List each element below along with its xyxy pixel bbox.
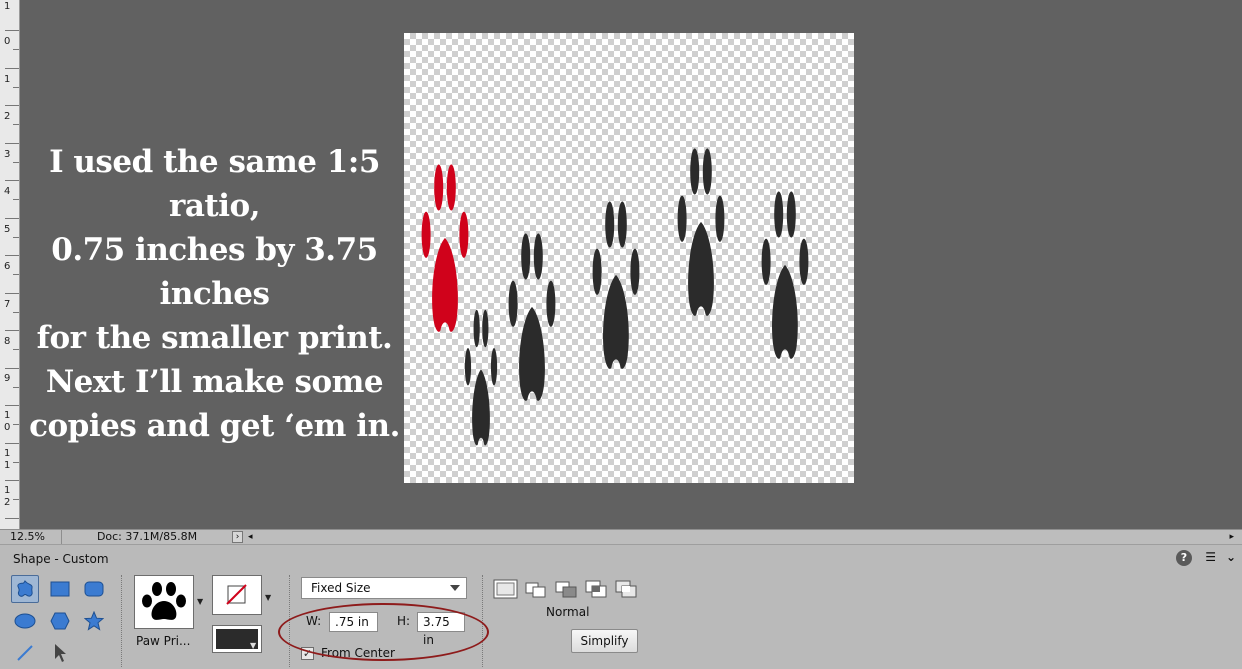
annotation-line: Next I’ll make some [45, 364, 384, 400]
ruler-label: 5 [4, 224, 11, 235]
paw-print-small [464, 309, 498, 446]
ruler-label: 8 [4, 336, 11, 347]
divider [482, 575, 483, 667]
status-menu-button[interactable]: › [232, 531, 243, 543]
ruler-label: 3 [4, 149, 11, 160]
document-workspace: 1 0 1 2 3 4 5 6 7 8 9 1 0 1 1 1 2 I used… [0, 0, 1242, 529]
doc-size: Doc: 37.1M/85.8M [96, 530, 198, 543]
ruler-label: 1 [4, 485, 11, 496]
paw-print [508, 233, 556, 401]
annotation-line: 0.75 inches by 3.75 inches [51, 232, 378, 312]
height-label: H: [397, 614, 411, 628]
scroll-right-icon[interactable]: ▸ [1229, 530, 1234, 544]
new-layer-mode-icon [493, 579, 518, 599]
vertical-ruler: 1 0 1 2 3 4 5 6 7 8 9 1 0 1 1 1 2 [0, 0, 20, 529]
line-icon [17, 645, 33, 661]
size-mode-value: Fixed Size [311, 581, 371, 595]
document-canvas[interactable] [404, 33, 854, 483]
chevron-down-icon [450, 585, 460, 591]
polygon-tool[interactable] [46, 607, 74, 635]
ruler-label: 0 [4, 422, 11, 433]
ruler-label: 6 [4, 261, 11, 272]
shape-name-label: Paw Pri... [136, 634, 191, 648]
star-icon [84, 611, 104, 631]
annotation-text: I used the same 1:5 ratio, 0.75 inches b… [22, 140, 407, 448]
no-style-icon [226, 584, 247, 605]
line-tool[interactable] [11, 639, 39, 667]
shape-mode-label: Normal [546, 605, 590, 619]
help-icon[interactable]: ? [1176, 550, 1192, 566]
exclude-shape-icon [615, 580, 637, 598]
ruler-label: 1 [4, 1, 11, 12]
shape-selection-tool[interactable] [46, 639, 74, 667]
paw-print [761, 191, 809, 359]
height-field[interactable]: 3.75 in [417, 612, 465, 647]
new-shape-mode-button[interactable] [493, 579, 518, 599]
simplify-button[interactable]: Simplify [571, 629, 638, 653]
intersect-shape-icon [585, 580, 607, 598]
ruler-label: 4 [4, 186, 11, 197]
add-shape-mode-button[interactable] [524, 579, 549, 599]
ruler-label: 1 [4, 410, 11, 421]
custom-shape-tool[interactable] [11, 575, 39, 603]
ruler-label: 9 [4, 373, 11, 384]
scroll-left-icon[interactable]: ◂ [248, 530, 253, 544]
collapse-icon[interactable]: ⌄ [1226, 550, 1236, 564]
subtract-shape-icon [555, 581, 577, 598]
shape-picker[interactable] [134, 575, 194, 629]
panel-menu-icon[interactable]: ☰ [1205, 550, 1216, 564]
paw-print-icon [142, 582, 186, 620]
ruler-label: 7 [4, 299, 11, 310]
ruler-label: 0 [4, 36, 11, 47]
rounded-rectangle-tool[interactable] [80, 575, 108, 603]
add-shape-icon [525, 582, 546, 598]
arrow-pointer-icon [55, 644, 66, 662]
zoom-level[interactable]: 12.5% [0, 530, 62, 545]
width-label: W: [306, 614, 322, 628]
ellipse-tool[interactable] [11, 607, 39, 635]
paw-print-red [421, 164, 469, 332]
divider [121, 575, 122, 667]
width-field[interactable]: .75 in [329, 612, 378, 632]
paw-prints-layer [421, 148, 809, 446]
ruler-label: 2 [4, 497, 11, 508]
from-center-label: From Center [321, 646, 395, 660]
shape-picker-dropdown-icon[interactable]: ▼ [197, 597, 203, 606]
ellipse-icon [14, 613, 36, 629]
ruler-label: 1 [4, 460, 11, 471]
status-bar: 12.5% Doc: 37.1M/85.8M › ◂ ▸ [0, 529, 1242, 545]
ruler-label: 1 [4, 74, 11, 85]
exclude-shape-mode-button[interactable] [614, 579, 639, 599]
paw-print [592, 201, 640, 369]
rounded-rectangle-icon [84, 581, 104, 597]
intersect-shape-mode-button[interactable] [584, 579, 609, 599]
paw-print [677, 148, 725, 316]
annotation-line: for the smaller print. [36, 320, 393, 356]
tool-options-bar: Shape - Custom ? ☰ ⌄ ▼ Paw Pri... ▼ ▼ Fi… [0, 544, 1242, 669]
polygon-icon [50, 612, 70, 630]
annotation-line: copies and get ‘em in. [29, 408, 400, 444]
subtract-shape-mode-button[interactable] [554, 579, 579, 599]
rectangle-tool[interactable] [46, 575, 74, 603]
ruler-label: 2 [4, 111, 11, 122]
color-dropdown-icon[interactable]: ▼ [250, 641, 256, 650]
style-picker[interactable] [212, 575, 262, 615]
custom-shape-icon [17, 580, 33, 597]
ruler-label: 1 [4, 448, 11, 459]
from-center-checkbox[interactable]: ✓ [301, 647, 314, 660]
star-tool[interactable] [80, 607, 108, 635]
divider [289, 575, 290, 667]
size-mode-select[interactable]: Fixed Size [301, 577, 467, 599]
annotation-line: I used the same 1:5 ratio, [49, 144, 380, 224]
style-dropdown-icon[interactable]: ▼ [265, 593, 271, 602]
tool-options-title: Shape - Custom [13, 552, 109, 566]
rectangle-icon [50, 581, 70, 597]
